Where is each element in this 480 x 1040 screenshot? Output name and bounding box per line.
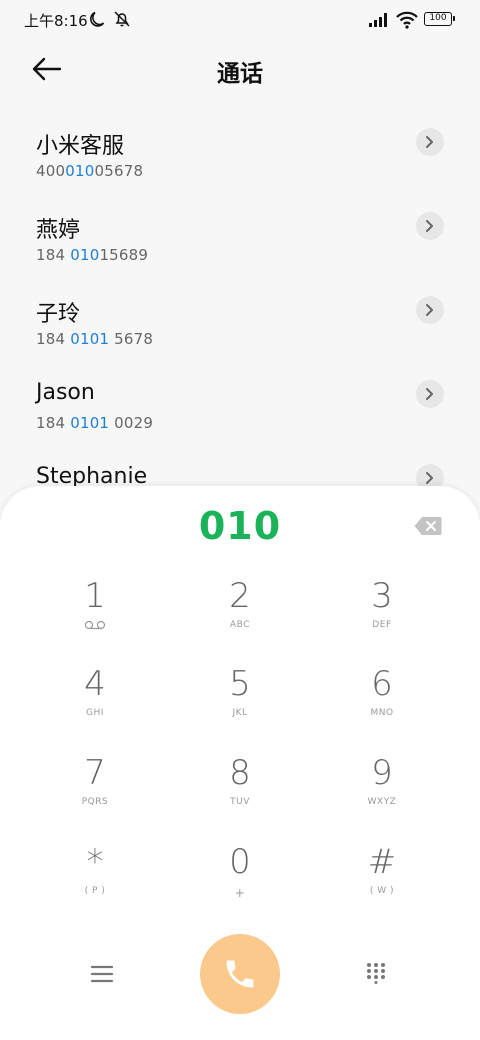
key-letters: GHI	[86, 708, 104, 718]
chevron-right-icon	[426, 304, 433, 316]
key-digit: 6	[371, 664, 393, 704]
status-bar: 上午8:16 100	[0, 0, 480, 40]
key-digit: 4	[84, 664, 106, 704]
voicemail-icon	[84, 620, 106, 630]
key-digit: 2	[229, 576, 251, 616]
contact-row[interactable]: 子玲 184 0101 5678	[0, 286, 480, 370]
bell-off-icon	[114, 11, 130, 27]
contact-detail-button[interactable]	[416, 128, 444, 156]
header: 通话	[0, 40, 480, 100]
backspace-icon[interactable]	[414, 516, 442, 536]
key-digit: 8	[229, 753, 251, 793]
key-1[interactable]: 1	[25, 576, 165, 656]
key-letters: ( W )	[369, 886, 395, 896]
key-0[interactable]: 0 +	[170, 842, 310, 922]
key-star[interactable]: * ( P )	[25, 842, 165, 922]
key-letters: DEF	[372, 620, 392, 630]
key-digit: 1	[84, 576, 106, 616]
key-2[interactable]: 2 ABC	[170, 576, 310, 656]
key-letters: ( P )	[84, 886, 106, 896]
contact-number: 184 0101 0029	[36, 414, 154, 432]
phone-icon	[226, 960, 254, 988]
key-letters: +	[234, 886, 246, 900]
chevron-right-icon	[426, 472, 433, 484]
key-digit: 9	[371, 753, 393, 793]
contact-name: 小米客服	[36, 134, 125, 159]
key-digit: #	[367, 842, 397, 882]
dial-panel: 010 1 2 ABC 3 DEF 4 GHI 5 JKL 6 MNO 7 PQ…	[0, 486, 480, 1040]
chevron-right-icon	[426, 220, 433, 232]
contact-row[interactable]: 小米客服 40001005678	[0, 118, 480, 202]
contact-name: Jason	[36, 380, 95, 405]
key-letters: JKL	[232, 708, 248, 718]
dialpad-icon[interactable]	[366, 962, 386, 984]
key-5[interactable]: 5 JKL	[170, 664, 310, 744]
key-letters: ABC	[230, 620, 250, 630]
key-8[interactable]: 8 TUV	[170, 753, 310, 833]
dialer-bottom-bar	[0, 934, 480, 1016]
contact-detail-button[interactable]	[416, 212, 444, 240]
contact-detail-button[interactable]	[416, 296, 444, 324]
contact-name: 燕婷	[36, 218, 81, 243]
key-digit: 3	[371, 576, 393, 616]
menu-icon[interactable]	[90, 964, 114, 984]
page-title: 通话	[217, 61, 263, 87]
call-button[interactable]	[200, 934, 280, 1014]
contact-number: 40001005678	[36, 162, 144, 180]
key-digit: 0	[229, 842, 251, 882]
key-4[interactable]: 4 GHI	[25, 664, 165, 744]
contact-name: 子玲	[36, 302, 81, 327]
key-7[interactable]: 7 PQRS	[25, 753, 165, 833]
contact-number: 184 01015689	[36, 246, 149, 264]
contact-list: 小米客服 40001005678 燕婷 184 01015689 子玲 184 …	[0, 118, 480, 538]
contact-row[interactable]: 燕婷 184 01015689	[0, 202, 480, 286]
key-letters: TUV	[230, 797, 250, 807]
key-hash[interactable]: # ( W )	[312, 842, 452, 922]
battery-indicator: 100	[424, 12, 455, 26]
key-digit: *	[86, 842, 104, 882]
contact-detail-button[interactable]	[416, 380, 444, 408]
chevron-right-icon	[426, 136, 433, 148]
moon-icon	[90, 11, 105, 27]
contact-row[interactable]: Jason 184 0101 0029	[0, 370, 480, 454]
wifi-icon	[396, 11, 418, 29]
contact-number: 184 0101 5678	[36, 330, 154, 348]
key-letters: PQRS	[81, 797, 109, 807]
status-time: 上午8:16	[24, 12, 88, 30]
dialed-number: 010	[198, 504, 282, 548]
key-6[interactable]: 6 MNO	[312, 664, 452, 744]
key-9[interactable]: 9 WXYZ	[312, 753, 452, 833]
key-letters: WXYZ	[367, 797, 397, 807]
key-digit: 7	[84, 753, 106, 793]
signal-icon	[369, 13, 387, 27]
chevron-right-icon	[426, 388, 433, 400]
key-letters: MNO	[370, 708, 394, 718]
key-3[interactable]: 3 DEF	[312, 576, 452, 656]
key-digit: 5	[229, 664, 251, 704]
